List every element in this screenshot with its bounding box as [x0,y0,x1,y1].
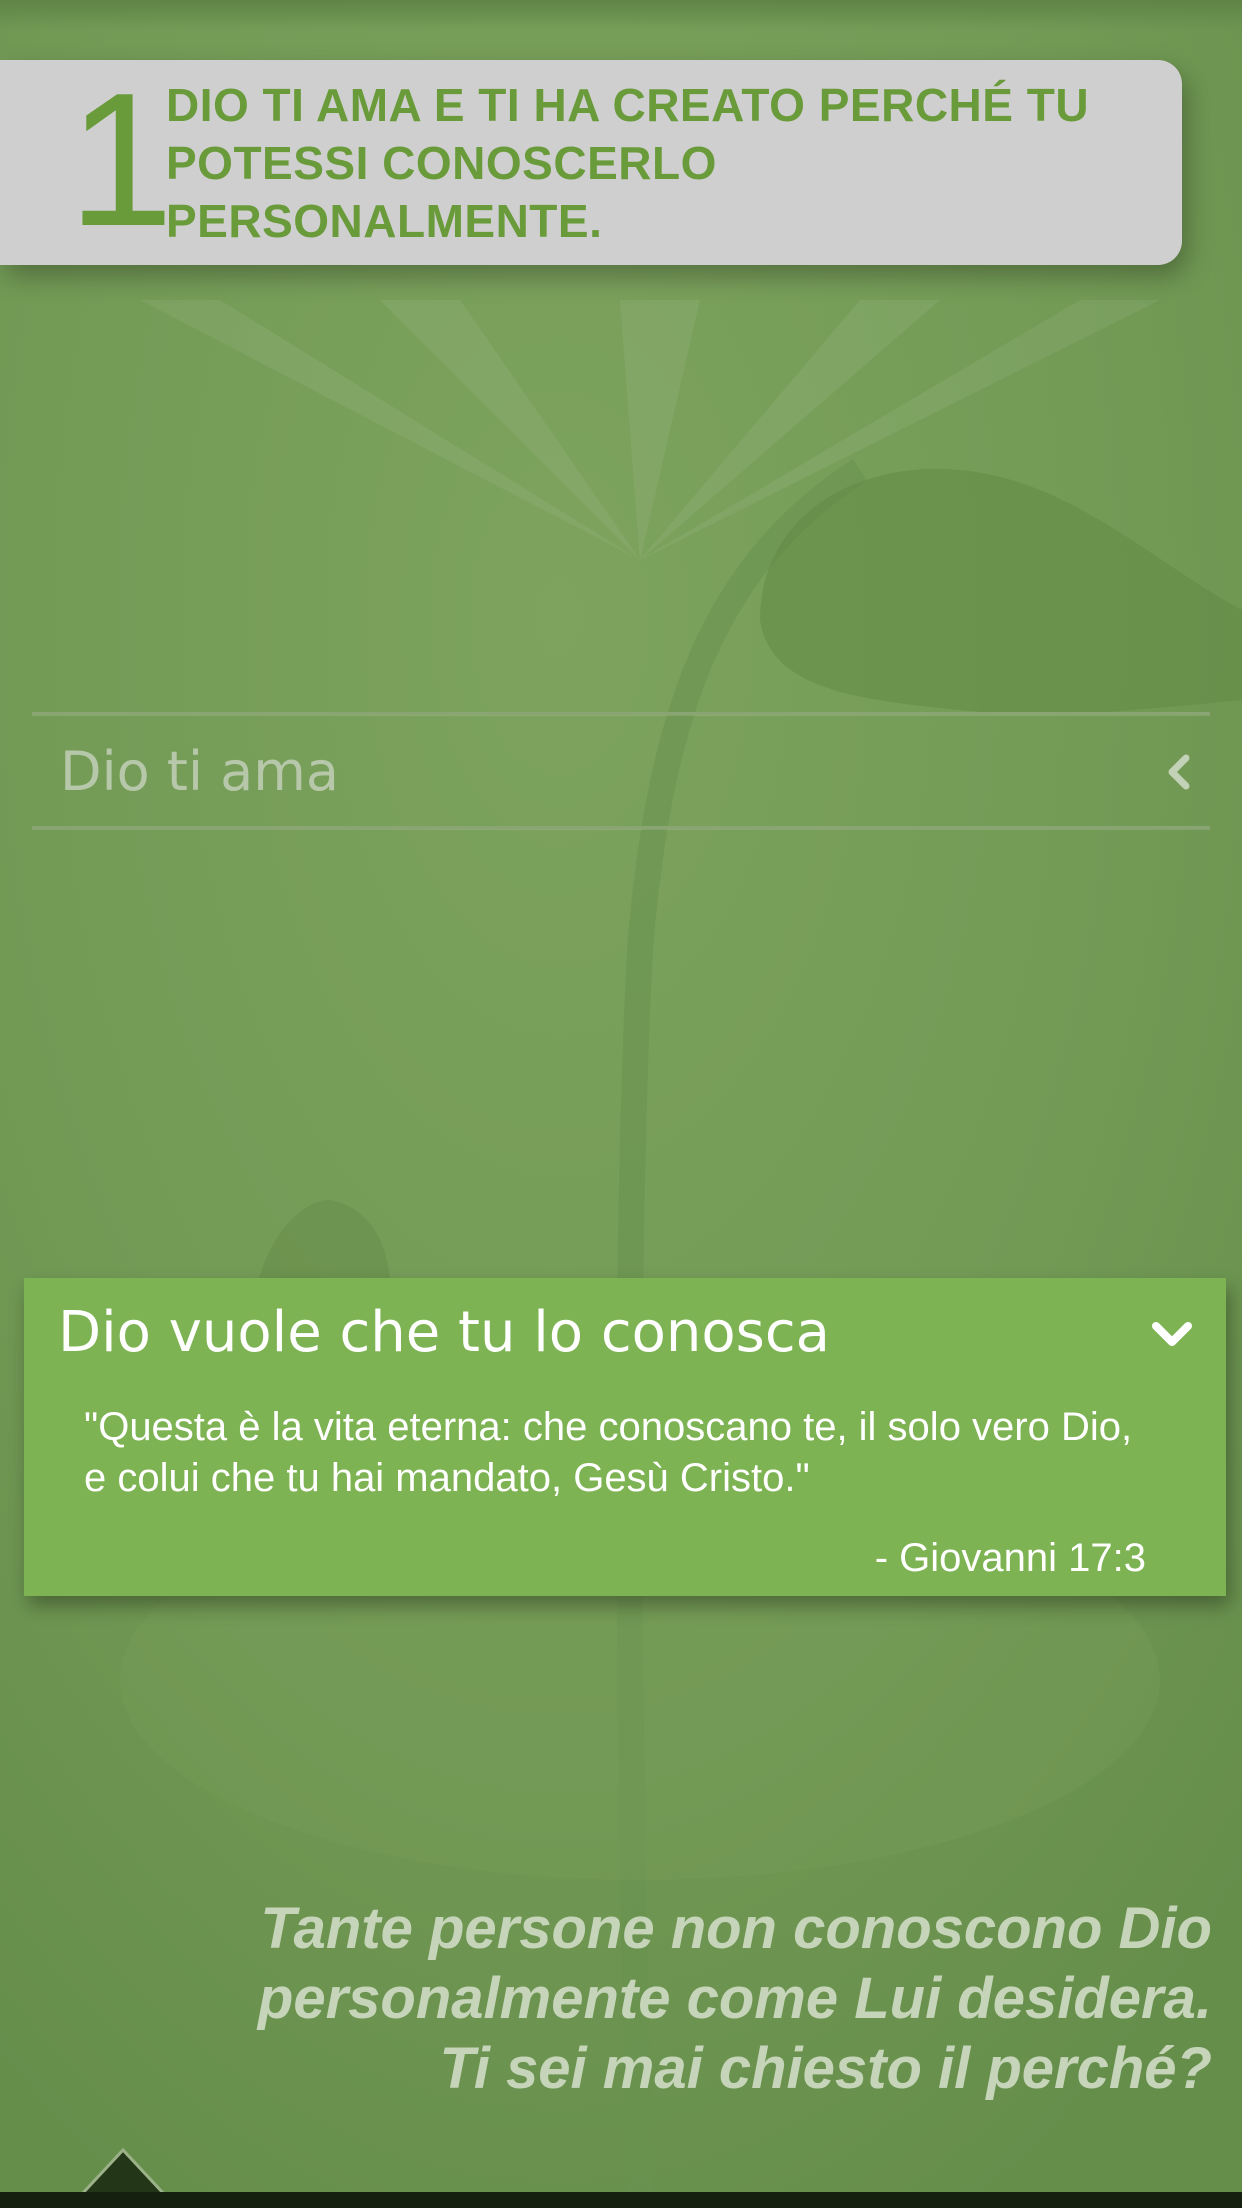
step-title: DIO TI AMA E TI HA CREATO PERCHÉ TU POTE… [166,79,1090,247]
accordion-item-dio-ti-ama[interactable]: Dio ti ama [32,716,1210,826]
up-arrow-icon[interactable] [78,2146,168,2196]
bottom-bar [0,2192,1242,2208]
step-number: 1 [68,54,174,266]
chevron-down-icon[interactable] [1150,1318,1194,1350]
divider-top [32,712,1210,715]
teaser-text: Tante persone non conoscono Dio personal… [112,1894,1212,2104]
background-plant-image [0,0,1242,2208]
accordion-item-expanded: Dio vuole che tu lo conosca "Questa è la… [24,1278,1226,1596]
bible-reference: - Giovanni 17:3 [874,1536,1146,1580]
teaser-line: Ti sei mai chiesto il perché? [439,2036,1212,2101]
accordion-item-label: Dio ti ama [60,740,339,803]
teaser-line: Tante persone non conoscono Dio [260,1896,1212,1961]
card-title[interactable]: Dio vuole che tu lo conosca [58,1300,830,1366]
teaser-line: personalmente come Lui desidera. [257,1966,1212,2031]
bible-quote: "Questa è la vita eterna: che conoscano … [84,1405,1133,1500]
chevron-left-icon [1168,754,1190,790]
divider-bottom [32,826,1210,829]
top-shade [0,0,1242,30]
